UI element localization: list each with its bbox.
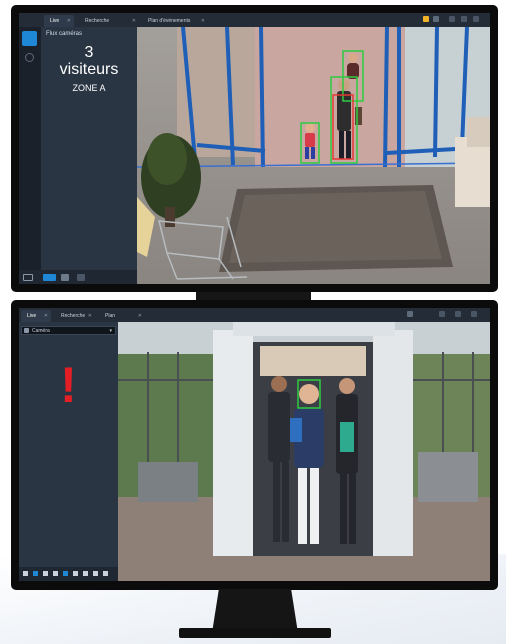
single-view-button[interactable] bbox=[43, 274, 56, 281]
camera-panel: Flux caméras 3 visiteurs ZONE A bbox=[41, 27, 137, 270]
view-button[interactable] bbox=[83, 571, 88, 576]
camera-scene bbox=[137, 27, 490, 284]
settings-icon[interactable] bbox=[25, 53, 34, 62]
visitor-label: visiteurs bbox=[59, 61, 119, 78]
view-button[interactable] bbox=[53, 571, 58, 576]
camera-feed-revolving-door[interactable] bbox=[118, 322, 490, 581]
view-button[interactable] bbox=[23, 571, 28, 576]
close-window-icon[interactable] bbox=[471, 311, 477, 317]
panel-title: Flux caméras bbox=[46, 31, 83, 37]
view-button[interactable] bbox=[33, 571, 38, 576]
tab-recherche[interactable]: Recherche ✕ bbox=[79, 15, 139, 27]
maximize-icon[interactable] bbox=[455, 311, 461, 317]
view-button[interactable] bbox=[103, 571, 108, 576]
status-bar bbox=[19, 270, 137, 284]
tab-live[interactable]: Live ✕ bbox=[44, 15, 74, 27]
tab-bar: Live ✕ Recherche ✕ Plan d'événements ✕ bbox=[19, 13, 490, 27]
camera-grid-icon[interactable] bbox=[22, 31, 37, 46]
tab-label: Recherche bbox=[61, 313, 86, 319]
camera-feed-entrance[interactable] bbox=[137, 27, 490, 284]
layout-icon[interactable] bbox=[433, 16, 439, 22]
visitor-count: 3 bbox=[84, 44, 94, 61]
screen-top: Live ✕ Recherche ✕ Plan d'événements ✕ F… bbox=[19, 13, 490, 284]
camera-select-value: Caméra bbox=[32, 328, 50, 334]
tab-label: Live bbox=[50, 18, 60, 24]
chat-icon[interactable] bbox=[23, 274, 33, 281]
tab-live[interactable]: Live ✕ bbox=[21, 310, 51, 322]
monitor-top: Live ✕ Recherche ✕ Plan d'événements ✕ F… bbox=[11, 5, 498, 292]
quad-view-button[interactable] bbox=[77, 274, 85, 281]
monitor-bottom: Live ✕ Recherche ✕ Plan d'événements ✕ C… bbox=[11, 300, 498, 590]
tab-label: Live bbox=[27, 313, 37, 319]
close-icon[interactable]: ✕ bbox=[132, 15, 136, 27]
screen-bottom: Live ✕ Recherche ✕ Plan d'événements ✕ C… bbox=[19, 308, 490, 581]
tab-plan-evenements[interactable]: Plan d'événements ✕ bbox=[142, 15, 208, 27]
status-bar bbox=[19, 567, 118, 581]
notification-icon[interactable] bbox=[423, 16, 429, 22]
view-button[interactable] bbox=[43, 571, 48, 576]
camera-icon bbox=[24, 328, 29, 333]
alert-icon: ! bbox=[60, 357, 77, 413]
monitor-top-stand bbox=[196, 292, 311, 300]
view-button[interactable] bbox=[93, 571, 98, 576]
close-window-icon[interactable] bbox=[473, 16, 479, 22]
minimize-icon[interactable] bbox=[439, 311, 445, 317]
monitor-stand-base bbox=[179, 628, 331, 638]
layout-icon[interactable] bbox=[407, 311, 413, 317]
minimize-icon[interactable] bbox=[449, 16, 455, 22]
view-button[interactable] bbox=[73, 571, 78, 576]
tab-recherche[interactable]: Recherche ✕ bbox=[55, 310, 95, 322]
view-button[interactable] bbox=[63, 571, 68, 576]
close-icon[interactable]: ✕ bbox=[201, 15, 205, 27]
camera-scene bbox=[118, 322, 490, 581]
close-icon[interactable]: ✕ bbox=[138, 310, 142, 322]
alert-panel: Caméra ▾ ! bbox=[19, 322, 118, 567]
side-rail bbox=[19, 27, 41, 284]
zone-label: ZONE A bbox=[72, 83, 106, 93]
grid-view-button[interactable] bbox=[61, 274, 69, 281]
maximize-icon[interactable] bbox=[461, 16, 467, 22]
monitor-stand-neck bbox=[212, 589, 298, 633]
close-icon[interactable]: ✕ bbox=[88, 310, 92, 322]
chevron-down-icon: ▾ bbox=[109, 328, 112, 334]
tab-label: Recherche bbox=[85, 18, 110, 24]
close-icon[interactable]: ✕ bbox=[44, 310, 48, 322]
close-icon[interactable]: ✕ bbox=[67, 15, 71, 27]
tab-label: Plan d'événements bbox=[148, 18, 191, 24]
tab-bar: Live ✕ Recherche ✕ Plan d'événements ✕ bbox=[19, 308, 490, 331]
tab-plan-evenements[interactable]: Plan d'événements ✕ bbox=[99, 310, 145, 331]
camera-select[interactable]: Caméra ▾ bbox=[21, 326, 116, 335]
